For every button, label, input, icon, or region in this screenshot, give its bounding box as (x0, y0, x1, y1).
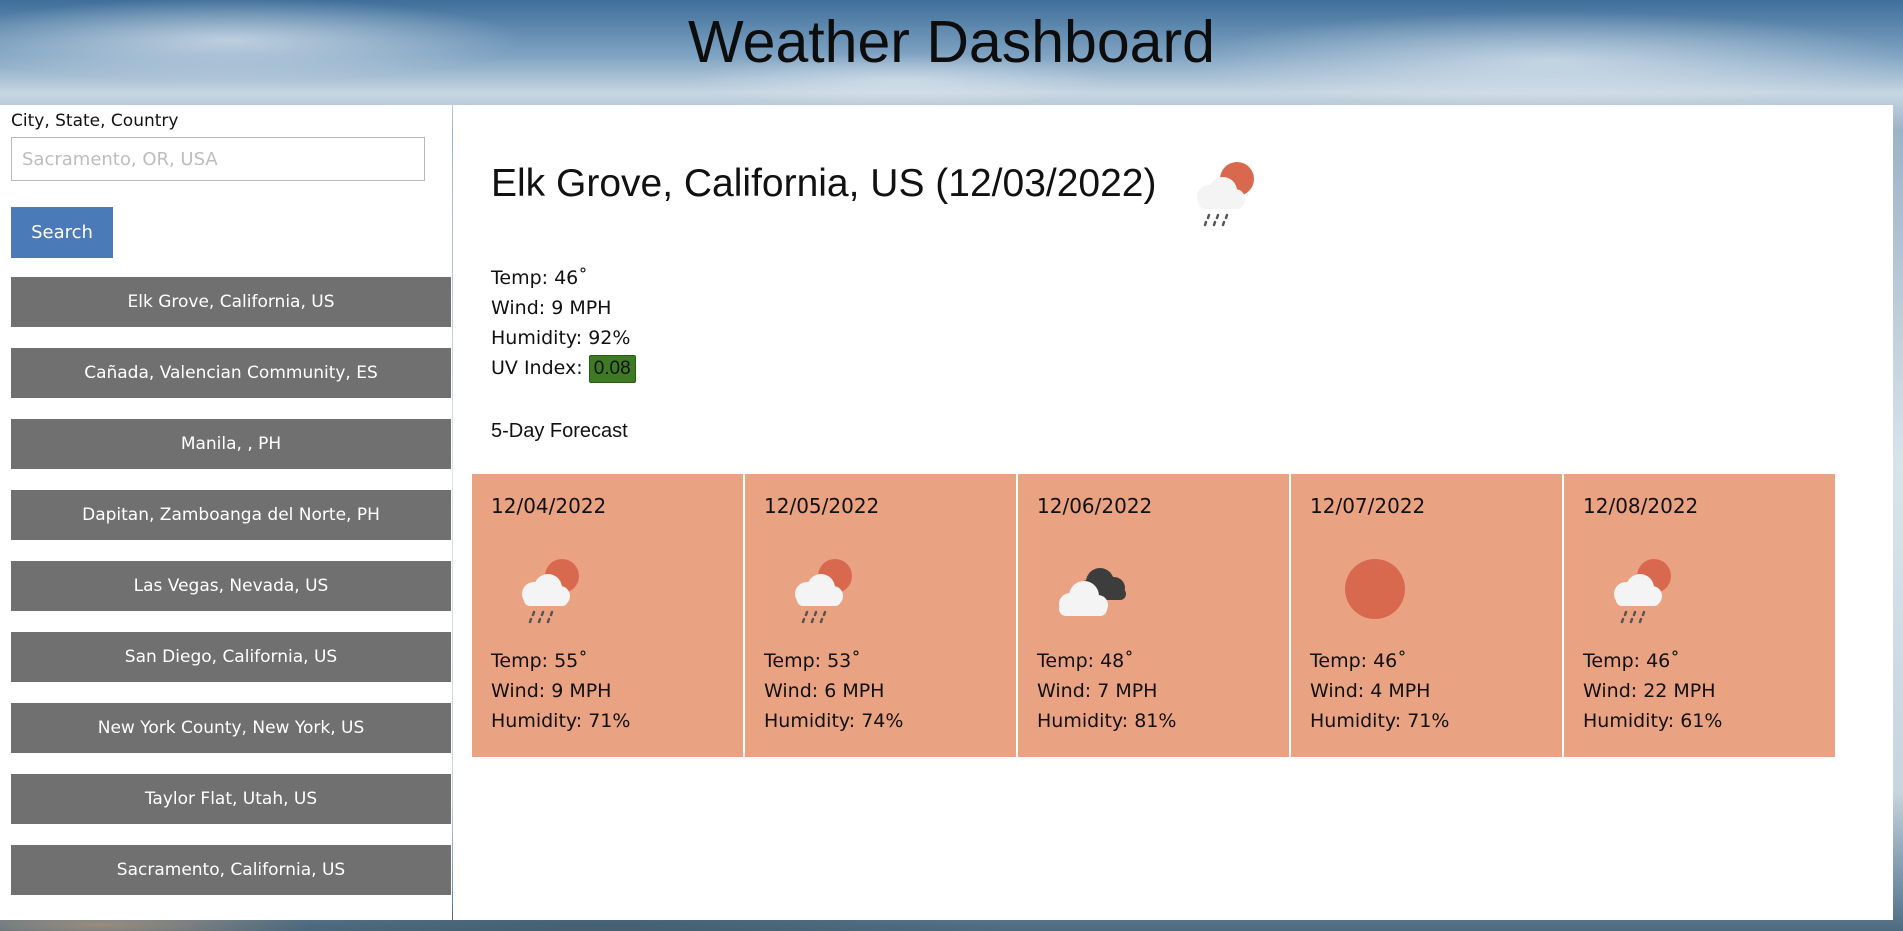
forecast-wind: Wind: 4 MPH (1310, 680, 1431, 702)
forecast-wind: Wind: 22 MPH (1583, 680, 1716, 702)
current-wind: Wind: 9 MPH (491, 297, 612, 319)
rain-cloud-sun-icon (785, 552, 865, 636)
forecast-temp: Temp: 53˚ (764, 650, 861, 672)
forecast-humidity: Humidity: 71% (491, 710, 631, 732)
page-title: Weather Dashboard (688, 9, 1215, 75)
uv-label: UV Index: (491, 357, 589, 379)
forecast-temp: Temp: 46˚ (1583, 650, 1680, 672)
current-temp: Temp: 46˚ (491, 267, 588, 289)
forecast-date: 12/06/2022 (1037, 494, 1153, 518)
forecast-temp: Temp: 55˚ (491, 650, 588, 672)
forecast-stats: Temp: 46˚ Wind: 4 MPH Humidity: 71% (1310, 646, 1449, 736)
forecast-card: 12/05/2022 Temp: 53˚ Wind: 6 MPH Humidit… (745, 474, 1016, 757)
history-item-canada[interactable]: Cañada, Valencian Community, ES (11, 348, 451, 398)
forecast-card: 12/06/2022 Temp: 48˚ Wind: 7 MPH Humidit… (1018, 474, 1289, 757)
forecast-temp: Temp: 48˚ (1037, 650, 1134, 672)
forecast-wind: Wind: 6 MPH (764, 680, 885, 702)
forecast-humidity: Humidity: 81% (1037, 710, 1177, 732)
history-item-sacramento[interactable]: Sacramento, California, US (11, 845, 451, 895)
current-city-title: Elk Grove, California, US (12/03/2022) (491, 162, 1157, 205)
history-item-dapitan[interactable]: Dapitan, Zamboanga del Norte, PH (11, 490, 451, 540)
current-humidity: Humidity: 92% (491, 327, 631, 349)
forecast-temp: Temp: 46˚ (1310, 650, 1407, 672)
uv-index-badge: 0.08 (588, 355, 636, 383)
history-item-taylor-flat[interactable]: Taylor Flat, Utah, US (11, 774, 451, 824)
broken-clouds-icon (1048, 552, 1148, 636)
history-item-las-vegas[interactable]: Las Vegas, Nevada, US (11, 561, 451, 611)
history-item-new-york-county[interactable]: New York County, New York, US (11, 703, 451, 753)
history-item-elk-grove[interactable]: Elk Grove, California, US (11, 277, 451, 327)
forecast-stats: Temp: 53˚ Wind: 6 MPH Humidity: 74% (764, 646, 903, 736)
forecast-card: 12/07/2022 Temp: 46˚ Wind: 4 MPH Humidit… (1291, 474, 1562, 757)
search-button[interactable]: Search (11, 207, 113, 258)
search-input[interactable] (11, 137, 425, 181)
forecast-cards: 12/04/2022 Temp: 55˚ Wind: 9 MPH Humidit… (472, 474, 1837, 757)
forecast-stats: Temp: 55˚ Wind: 9 MPH Humidity: 71% (491, 646, 630, 736)
forecast-date: 12/08/2022 (1583, 494, 1699, 518)
current-stats: Temp: 46˚ Wind: 9 MPH Humidity: 92% UV I… (491, 263, 636, 383)
rain-cloud-sun-icon (512, 552, 592, 636)
forecast-humidity: Humidity: 71% (1310, 710, 1450, 732)
search-label: City, State, Country (11, 111, 179, 131)
forecast-date: 12/04/2022 (491, 494, 607, 518)
forecast-stats: Temp: 48˚ Wind: 7 MPH Humidity: 81% (1037, 646, 1176, 736)
sidebar: City, State, Country Search Elk Grove, C… (0, 105, 452, 920)
forecast-stats: Temp: 46˚ Wind: 22 MPH Humidity: 61% (1583, 646, 1722, 736)
sun-icon (1331, 552, 1411, 636)
main-panel: Elk Grove, California, US (12/03/2022) T… (453, 105, 1893, 920)
forecast-humidity: Humidity: 74% (764, 710, 904, 732)
forecast-date: 12/05/2022 (764, 494, 880, 518)
history-item-san-diego[interactable]: San Diego, California, US (11, 632, 451, 682)
forecast-title: 5-Day Forecast (491, 420, 628, 442)
forecast-date: 12/07/2022 (1310, 494, 1426, 518)
forecast-wind: Wind: 7 MPH (1037, 680, 1158, 702)
rain-cloud-sun-icon (1604, 552, 1684, 636)
forecast-wind: Wind: 9 MPH (491, 680, 612, 702)
rain-cloud-sun-icon (1187, 155, 1267, 239)
forecast-humidity: Humidity: 61% (1583, 710, 1723, 732)
history-item-manila[interactable]: Manila, , PH (11, 419, 451, 469)
current-uv: UV Index: 0.08 (491, 353, 636, 383)
search-history: Elk Grove, California, US Cañada, Valenc… (11, 277, 451, 916)
forecast-card: 12/08/2022 Temp: 46˚ Wind: 22 MPH Humidi… (1564, 474, 1835, 757)
forecast-card: 12/04/2022 Temp: 55˚ Wind: 9 MPH Humidit… (472, 474, 743, 757)
